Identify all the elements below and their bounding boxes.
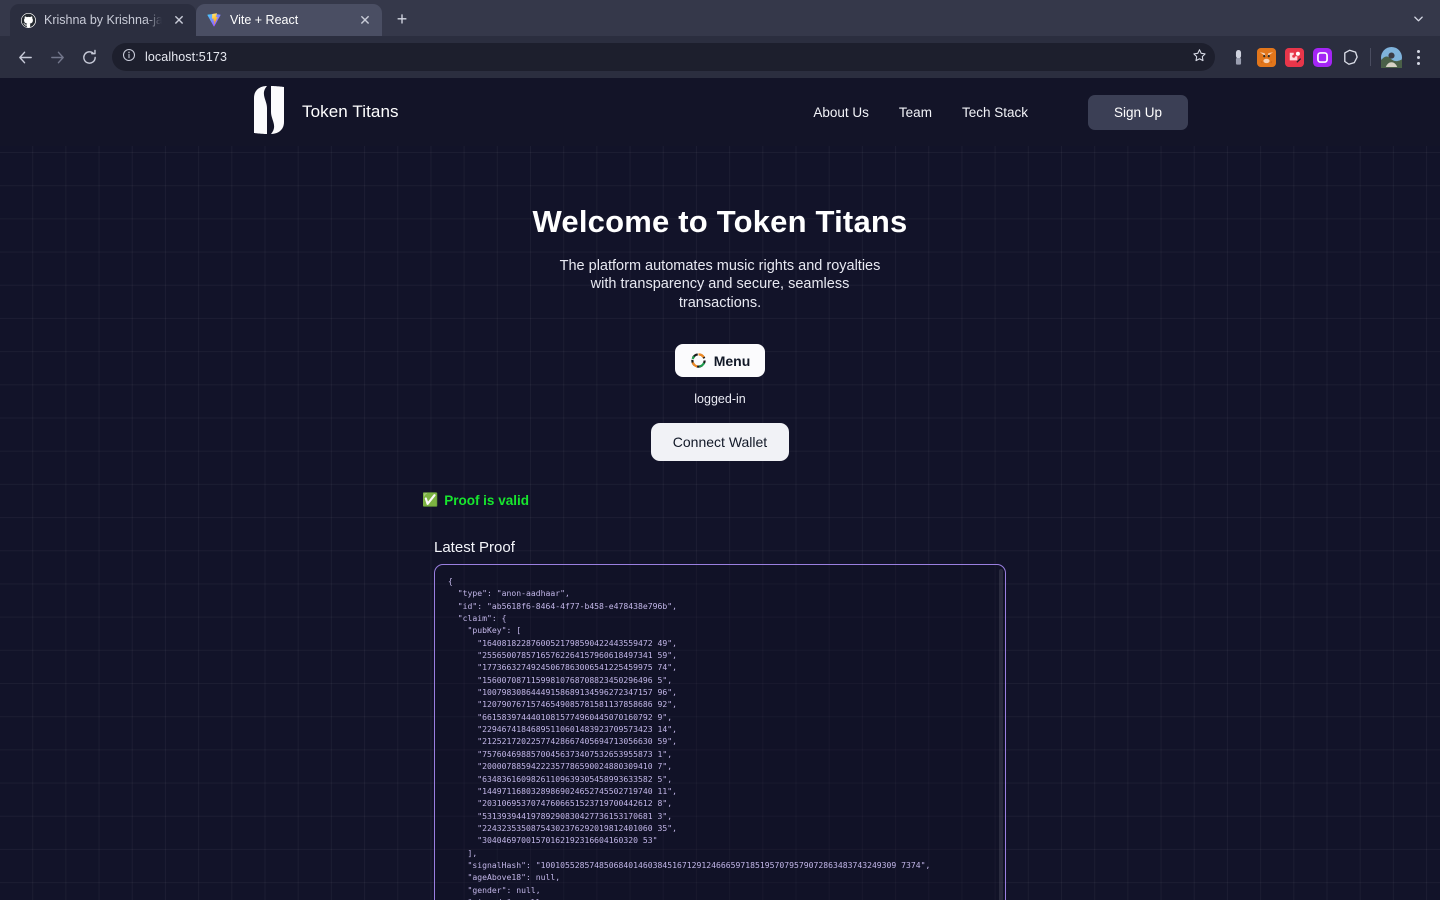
chevron-down-icon[interactable]: [1404, 4, 1432, 32]
proof-json-content: { "type": "anon-aadhaar", "id": "ab5618f…: [448, 576, 931, 900]
browser-tab-strip: Krishna by Krishna-jaiswal-24 ✕: [0, 0, 1440, 36]
reload-button[interactable]: [74, 42, 104, 72]
back-button[interactable]: [10, 42, 40, 72]
toolbar-divider: [1370, 48, 1371, 66]
metamask-fox-icon[interactable]: [1253, 44, 1279, 70]
check-mark-icon: ✅: [422, 492, 439, 508]
address-bar-url: localhost:5173: [145, 50, 228, 64]
browser-tab-vite[interactable]: Vite + React ✕: [196, 4, 382, 36]
hero-subtitle: The platform automates music rights and …: [559, 258, 881, 311]
extension-generic-icon[interactable]: [1225, 44, 1251, 70]
star-icon[interactable]: [1192, 48, 1207, 66]
purple-square-extension-icon[interactable]: [1309, 44, 1335, 70]
keplr-wallet-icon[interactable]: [1337, 44, 1363, 70]
close-icon[interactable]: ✕: [356, 11, 374, 29]
anon-aadhaar-menu-label: Menu: [713, 352, 751, 369]
token-titans-logo: [250, 85, 288, 139]
site-header: Token Titans About Us Team Tech Stack Si…: [0, 78, 1440, 146]
new-tab-button[interactable]: +: [388, 5, 416, 33]
browser-tab-title: Krishna by Krishna-jaiswal-24: [44, 13, 162, 27]
brand-name: Token Titans: [302, 102, 399, 121]
page-title: Welcome to Token Titans: [532, 204, 908, 239]
browser-tab-github[interactable]: Krishna by Krishna-jaiswal-24 ✕: [10, 4, 196, 36]
browser-window: Krishna by Krishna-jaiswal-24 ✕: [0, 0, 1440, 900]
nav-item-tech-stack[interactable]: Tech Stack: [962, 105, 1028, 120]
browser-toolbar: localhost:5173: [0, 36, 1440, 78]
browser-tab-title: Vite + React: [230, 13, 299, 27]
page-viewport: Token Titans About Us Team Tech Stack Si…: [0, 78, 1440, 900]
login-status-text: logged-in: [694, 392, 746, 407]
github-icon: [20, 12, 36, 28]
red-puzzle-extension-icon[interactable]: [1281, 44, 1307, 70]
latest-proof-heading: Latest Proof: [434, 539, 515, 557]
vite-icon: [206, 12, 222, 28]
nav-item-about-us[interactable]: About Us: [813, 105, 869, 120]
proof-status-label: Proof is valid: [444, 492, 529, 508]
brand[interactable]: Token Titans: [250, 85, 399, 139]
proof-status-badge: ✅ Proof is valid: [422, 492, 1440, 508]
nav-item-team[interactable]: Team: [899, 105, 932, 120]
forward-button[interactable]: [42, 42, 72, 72]
hero-section: Welcome to Token Titans The platform aut…: [0, 146, 1440, 900]
anon-aadhaar-ring-icon: [690, 352, 707, 369]
sign-up-button[interactable]: Sign Up: [1087, 94, 1188, 130]
proof-json-panel[interactable]: { "type": "anon-aadhaar", "id": "ab5618f…: [434, 564, 1006, 900]
close-icon[interactable]: ✕: [170, 11, 188, 29]
address-bar[interactable]: localhost:5173: [112, 43, 1215, 71]
connect-wallet-button[interactable]: Connect Wallet: [650, 423, 790, 462]
site-nav: About Us Team Tech Stack Sign Up: [813, 94, 1188, 130]
info-circle-icon[interactable]: [122, 48, 136, 67]
scrollbar[interactable]: [999, 569, 1003, 900]
kebab-menu-icon[interactable]: [1406, 44, 1430, 70]
anon-aadhaar-menu-button[interactable]: Menu: [675, 344, 765, 378]
avatar[interactable]: [1378, 44, 1404, 70]
